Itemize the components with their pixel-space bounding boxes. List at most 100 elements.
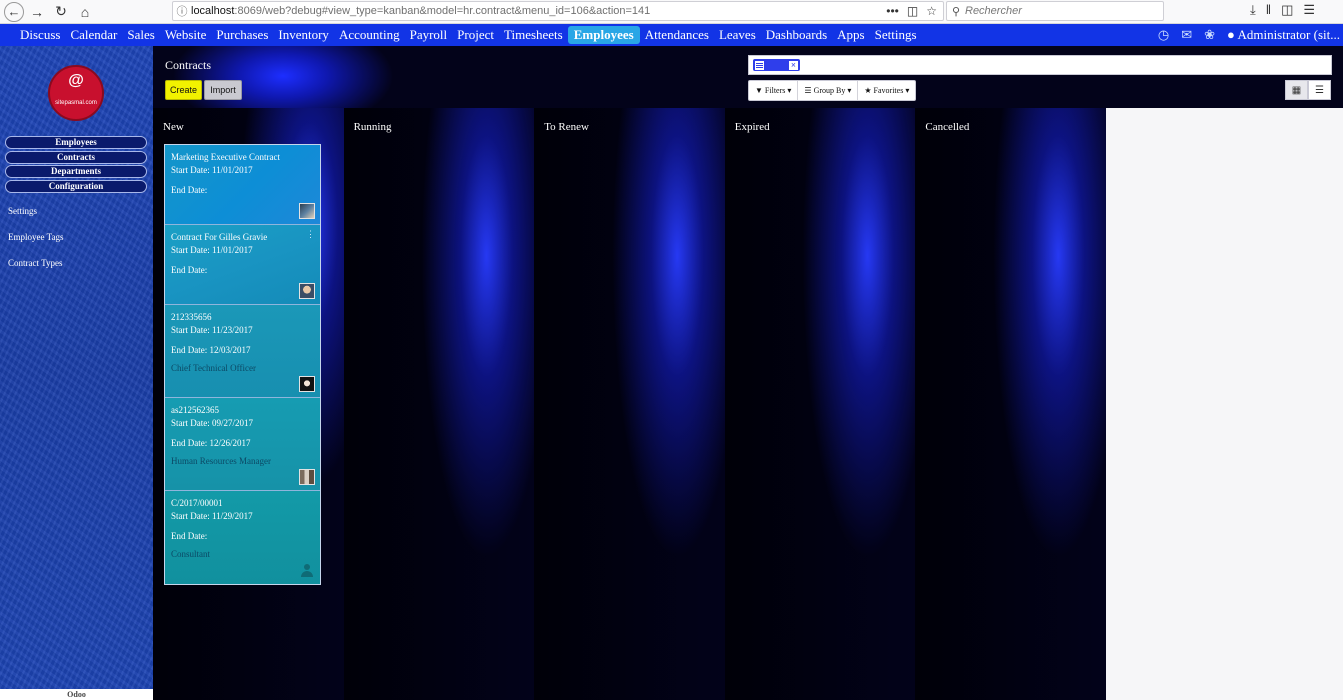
control-panel: Contracts Create Import × ▼ Filters ▾ ☰ …: [153, 46, 1343, 108]
bars-icon: ☰: [804, 86, 812, 95]
avatar: ●: [1227, 27, 1235, 42]
column-title[interactable]: Cancelled: [925, 121, 969, 133]
column-title[interactable]: Running: [354, 121, 392, 133]
start-date: Start Date: 11/01/2017: [171, 165, 253, 175]
contract-name: 212335656: [171, 312, 212, 322]
menu-attendances[interactable]: Attendances: [640, 24, 714, 46]
menu-leaves[interactable]: Leaves: [714, 24, 761, 46]
groupby-label: Group By: [813, 86, 846, 95]
menu-payroll[interactable]: Payroll: [405, 24, 453, 46]
avatar: [299, 376, 315, 392]
contract-name: C/2017/00001: [171, 498, 223, 508]
kebab-menu-icon[interactable]: ⋮: [306, 229, 315, 240]
search-input[interactable]: ×: [748, 55, 1332, 75]
kanban-card[interactable]: C/2017/00001 Start Date: 11/29/2017 End …: [165, 491, 320, 584]
menu-dashboards[interactable]: Dashboards: [761, 24, 832, 46]
end-date: End Date:: [171, 185, 208, 195]
url-path: :8069/web?debug#view_type=kanban&model=h…: [234, 5, 651, 17]
home-icon[interactable]: ⌂: [74, 1, 96, 23]
logo-text: sitepasmal.com: [55, 100, 97, 106]
end-date: End Date:: [171, 531, 208, 541]
end-date: End Date:: [171, 265, 208, 275]
sidebar-menu: Employees Contracts Departments Configur…: [5, 136, 147, 194]
breadcrumb: Contracts: [165, 58, 211, 72]
menu-employees[interactable]: Employees: [567, 26, 640, 44]
favorites-label: Favorites: [873, 86, 904, 95]
column-title[interactable]: New: [163, 121, 184, 133]
caret-down-icon: ▾: [787, 86, 792, 95]
contract-name: Contract For Gilles Gravie: [171, 232, 268, 242]
browser-toolbar: ← → ↻ ⌂ ⓘ localhost:8069/web?debug#view_…: [0, 0, 1343, 24]
page-actions-icon[interactable]: •••: [886, 4, 899, 18]
menu-project[interactable]: Project: [452, 24, 499, 46]
back-icon[interactable]: ←: [4, 1, 24, 22]
favorites-dropdown[interactable]: ★ Favorites ▾: [858, 81, 915, 100]
menu-accounting[interactable]: Accounting: [334, 24, 405, 46]
sidebar-link-settings[interactable]: Settings: [8, 206, 63, 232]
sidebar-link-contract-types[interactable]: Contract Types: [8, 258, 63, 284]
groupby-dropdown[interactable]: ☰ Group By ▾: [798, 81, 859, 100]
pocket-icon[interactable]: ◫: [907, 4, 918, 18]
avatar: [299, 469, 315, 485]
user-menu[interactable]: ● Administrator (sit...: [1227, 27, 1340, 43]
job-title: Human Resources Manager: [171, 456, 271, 466]
sidebar-item-contracts[interactable]: Contracts: [5, 150, 147, 164]
kanban-column-cancelled: Cancelled: [915, 108, 1106, 700]
avatar: [299, 203, 315, 219]
main-content: Contracts Create Import × ▼ Filters ▾ ☰ …: [153, 46, 1343, 700]
info-icon: ⓘ: [176, 6, 188, 18]
menu-icon[interactable]: ☰: [1303, 2, 1315, 18]
menu-website[interactable]: Website: [160, 24, 212, 46]
powered-by-footer[interactable]: Odoo: [0, 689, 153, 700]
column-title[interactable]: Expired: [735, 121, 770, 133]
url-bar[interactable]: ⓘ localhost:8069/web?debug#view_type=kan…: [172, 1, 944, 21]
debug-bug-icon[interactable]: ❀: [1204, 27, 1215, 43]
kanban-view-icon[interactable]: ▦: [1285, 80, 1308, 100]
download-icon[interactable]: ⤓: [1250, 2, 1256, 18]
library-icon[interactable]: ‖: [1266, 2, 1271, 18]
menu-sales[interactable]: Sales: [122, 24, 159, 46]
menu-timesheets[interactable]: Timesheets: [499, 24, 568, 46]
star-icon: ★: [864, 86, 872, 95]
contract-name: Marketing Executive Contract: [171, 152, 280, 162]
filters-dropdown[interactable]: ▼ Filters ▾: [749, 81, 799, 100]
kanban-card[interactable]: 212335656 Start Date: 11/23/2017 End Dat…: [165, 305, 320, 398]
browser-search-placeholder: Rechercher: [965, 5, 1022, 17]
browser-search-input[interactable]: ⚲ Rechercher: [946, 1, 1164, 21]
menu-apps[interactable]: Apps: [832, 24, 869, 46]
bookmark-star-icon[interactable]: ☆: [926, 4, 937, 18]
sidebar-toggle-icon[interactable]: ◫: [1281, 2, 1293, 18]
search-options: ▼ Filters ▾ ☰ Group By ▾ ★ Favorites ▾: [748, 80, 917, 101]
kanban-card[interactable]: ⋮ Contract For Gilles Gravie Start Date:…: [165, 225, 320, 305]
chat-icon[interactable]: ✉: [1181, 27, 1192, 43]
import-button[interactable]: Import: [204, 80, 242, 100]
sidebar-item-configuration[interactable]: Configuration: [5, 179, 147, 193]
menu-settings[interactable]: Settings: [870, 24, 922, 46]
create-button[interactable]: Create: [165, 80, 202, 100]
filters-label: Filters: [764, 86, 786, 95]
menu-calendar[interactable]: Calendar: [65, 24, 122, 46]
company-logo[interactable]: @ sitepasmal.com: [48, 65, 104, 121]
column-title[interactable]: To Renew: [544, 121, 589, 133]
menu-discuss[interactable]: Discuss: [15, 24, 65, 46]
sidebar-item-employees[interactable]: Employees: [5, 136, 147, 149]
forward-icon[interactable]: →: [26, 1, 48, 23]
sidebar: @ sitepasmal.com Employees Contracts Dep…: [0, 46, 153, 700]
close-icon[interactable]: ×: [789, 60, 798, 70]
menu-purchases[interactable]: Purchases: [211, 24, 273, 46]
list-view-icon[interactable]: ☰: [1308, 80, 1331, 100]
end-date: End Date: 12/03/2017: [171, 345, 251, 355]
caret-down-icon: ▾: [847, 86, 852, 95]
search-facet[interactable]: ×: [753, 59, 800, 71]
sidebar-item-departments[interactable]: Departments: [5, 165, 147, 178]
menu-inventory[interactable]: Inventory: [273, 24, 334, 46]
kanban-card[interactable]: Marketing Executive Contract Start Date:…: [165, 145, 320, 225]
kanban-card[interactable]: as212562365 Start Date: 09/27/2017 End D…: [165, 398, 320, 491]
kanban-column-new: New Marketing Executive Contract Start D…: [153, 108, 344, 700]
start-date: Start Date: 11/23/2017: [171, 325, 253, 335]
sidebar-link-employee-tags[interactable]: Employee Tags: [8, 232, 63, 258]
reload-icon[interactable]: ↻: [50, 1, 72, 23]
end-date: End Date: 12/26/2017: [171, 438, 251, 448]
activity-clock-icon[interactable]: ◷: [1158, 27, 1169, 43]
contract-name: as212562365: [171, 405, 219, 415]
